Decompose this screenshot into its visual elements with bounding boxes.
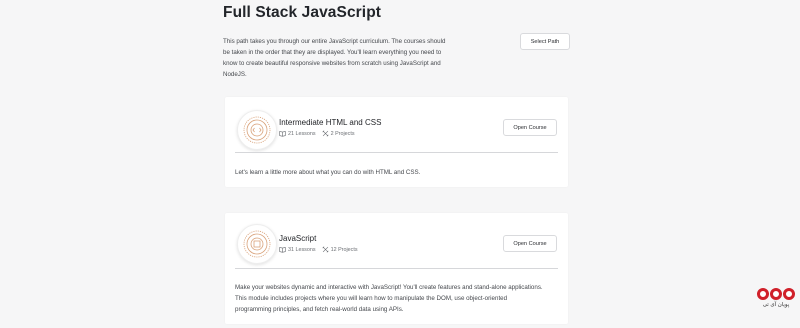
projects-label: 2 Projects [330,130,355,137]
book-icon [279,130,286,137]
course-badge-icon [237,110,277,150]
course-title[interactable]: Intermediate HTML and CSS [279,118,381,127]
card-divider [235,268,558,269]
select-path-button[interactable]: Select Path [520,33,570,50]
card-divider [235,152,558,153]
brand-circles-icon [757,288,795,300]
lessons-count: 21 Lessons [279,130,316,137]
course-meta: 21 Lessons 2 Projects [279,130,355,137]
brand-logo: پویان آی تی [757,288,795,316]
brand-text: پویان آی تی [762,302,790,308]
course-description: Let's learn a little more about what you… [235,169,421,176]
projects-label: 12 Projects [330,246,358,253]
page-title: Full Stack JavaScript [223,4,382,21]
open-course-button[interactable]: Open Course [503,119,557,136]
lessons-label: 21 Lessons [288,130,316,137]
open-course-button[interactable]: Open Course [503,235,557,252]
tools-icon [322,130,329,137]
course-card: Intermediate HTML and CSS 21 Lessons 2 P… [225,97,568,187]
course-meta: 31 Lessons 12 Projects [279,246,358,253]
projects-count: 12 Projects [322,246,358,253]
projects-count: 2 Projects [322,130,355,137]
course-badge-icon [237,224,277,264]
tools-icon [322,246,329,253]
lessons-label: 31 Lessons [288,246,316,253]
lessons-count: 31 Lessons [279,246,316,253]
path-description: This path takes you through our entire J… [223,38,446,78]
book-icon [279,246,286,253]
course-title[interactable]: JavaScript [279,234,316,243]
course-card: JavaScript 31 Lessons 12 Projects Open C… [225,213,568,324]
course-description: Make your websites dynamic and interacti… [235,284,543,313]
